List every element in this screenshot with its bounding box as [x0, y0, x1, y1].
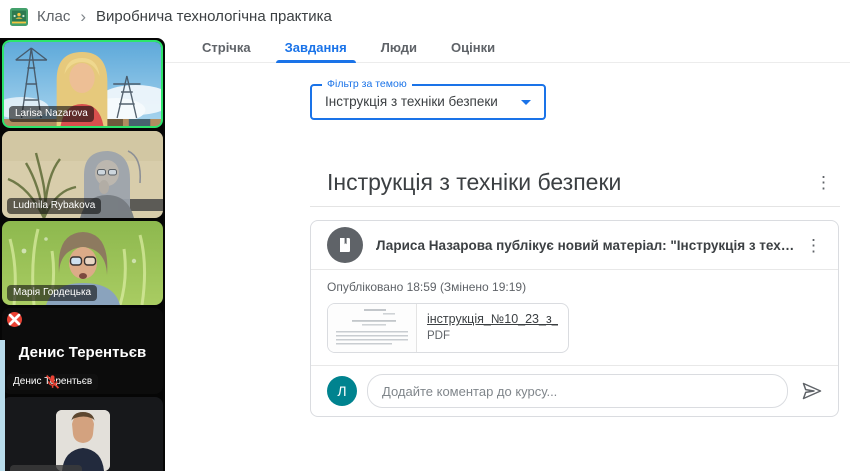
breadcrumb-course-title[interactable]: Виробнича технологічна практика: [96, 8, 332, 25]
participant-name-label: Larisa Nazarova: [9, 106, 94, 122]
participant-tile-1[interactable]: Larisa Nazarova: [2, 40, 163, 128]
participant-display-name: Денис Терентьєв: [2, 344, 163, 361]
tab-stream[interactable]: Стрічка: [185, 33, 268, 62]
filter-value: Інструкція з техніки безпеки: [312, 86, 544, 118]
filter-label: Фільтр за темою: [322, 78, 412, 90]
attachment-card[interactable]: інструкція_№10_23_з_Т... PDF: [327, 303, 569, 353]
topic-header: Інструкція з техніки безпеки ⋮: [310, 160, 840, 204]
tab-people[interactable]: Люди: [364, 33, 434, 62]
participant-name: Марія Гордецька: [13, 288, 91, 298]
published-timestamp: Опубліковано 18:59 (Змінено 19:19): [327, 280, 822, 294]
material-icon: [327, 227, 363, 263]
participant-name-label: [10, 465, 82, 471]
topic-divider: [310, 206, 840, 207]
send-icon: [800, 379, 824, 403]
mic-off-icon: [7, 374, 98, 390]
topic-menu-button[interactable]: ⋮: [807, 170, 840, 195]
material-menu-button[interactable]: ⋮: [797, 233, 830, 258]
material-card: Лариса Назарова публікує новий матеріал:…: [310, 220, 839, 417]
participant-name: Ludmila Rybakova: [13, 201, 95, 211]
material-card-body: Опубліковано 18:59 (Змінено 19:19): [311, 270, 838, 365]
participant-name-label: Денис Терентьєв: [7, 374, 98, 390]
avatar: Л: [327, 376, 357, 406]
window-edge-strip: [0, 340, 5, 471]
topic-title: Інструкція з техніки безпеки: [327, 169, 807, 196]
participant-name-label: Ludmila Rybakova: [7, 198, 101, 214]
send-button[interactable]: [798, 377, 826, 405]
attachment-type: PDF: [427, 330, 558, 342]
participant-name-label: Марія Гордецька: [7, 285, 97, 301]
material-title: Лариса Назарова публікує новий матеріал:…: [376, 238, 797, 253]
chevron-down-icon: [521, 100, 531, 105]
tab-classwork[interactable]: Завдання: [268, 33, 364, 62]
app-header: Клас › Виробнича технологічна практика: [0, 0, 850, 33]
participant-tile-4[interactable]: Денис Терентьєв Денис Терентьєв: [2, 308, 163, 394]
comment-input[interactable]: [367, 374, 788, 408]
topic-filter-select[interactable]: Фільтр за темою Інструкція з техніки без…: [310, 84, 546, 120]
course-tabbar: Стрічка Завдання Люди Оцінки: [165, 33, 850, 63]
attachment-thumbnail: [328, 304, 417, 352]
screen: Клас › Виробнича технологічна практика: [0, 0, 850, 471]
participant-name: Larisa Nazarova: [15, 109, 88, 119]
participant-tile-2[interactable]: Ludmila Rybakova: [2, 131, 163, 218]
close-icon[interactable]: [7, 312, 22, 327]
breadcrumb-separator-icon: ›: [80, 8, 86, 25]
participant-tile-5[interactable]: [2, 397, 163, 471]
participant-photo-avatar: [56, 410, 110, 471]
meet-panel: Larisa Nazarova: [0, 38, 165, 471]
attachment-meta: інструкція_№10_23_з_Т... PDF: [417, 304, 568, 352]
breadcrumb-root[interactable]: Клас: [37, 8, 70, 25]
attachment-name[interactable]: інструкція_№10_23_з_Т...: [427, 312, 558, 326]
classroom-logo-icon[interactable]: [10, 8, 28, 26]
tab-grades[interactable]: Оцінки: [434, 33, 512, 62]
comment-row: Л: [311, 366, 838, 416]
material-card-header[interactable]: Лариса Назарова публікує новий матеріал:…: [311, 221, 838, 269]
participant-tile-3[interactable]: Марія Гордецька: [2, 221, 163, 305]
